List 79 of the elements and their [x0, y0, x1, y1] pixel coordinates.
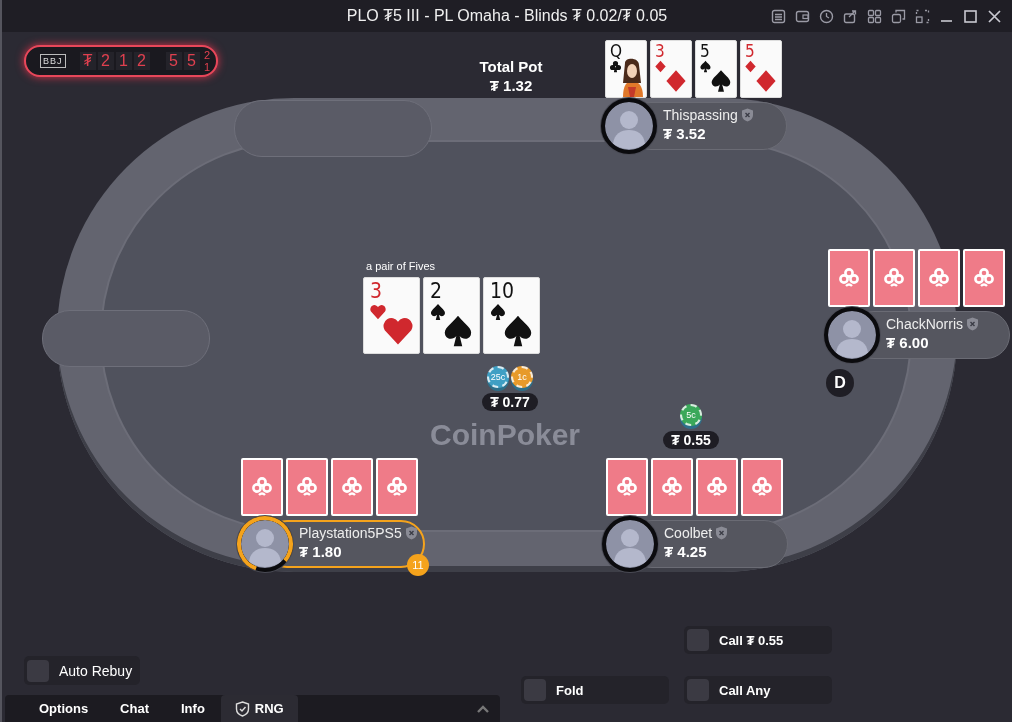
card-back-logo-icon [973, 267, 995, 289]
counter-digit: ₮ [79, 52, 96, 70]
bet-amount: ₮ 0.77 [482, 393, 538, 411]
checkbox[interactable] [687, 629, 709, 651]
player-name: Thispassing [663, 107, 738, 123]
shield-icon [715, 526, 729, 540]
player-stack: ₮ 6.00 [886, 334, 930, 351]
counter-digit: 2 [133, 52, 150, 70]
card-back-logo-icon [296, 476, 318, 498]
chip-value: 25c [490, 372, 506, 382]
card-rank: 5 [745, 42, 755, 60]
bet-amount: ₮ 0.55 [663, 431, 719, 449]
shield-icon [966, 317, 979, 331]
player-stack: ₮ 3.52 [663, 125, 707, 142]
card-back-logo-icon [616, 476, 638, 498]
card-back-logo-icon [341, 476, 363, 498]
action-checkbox[interactable]: Fold [521, 676, 669, 704]
shield-icon [740, 108, 754, 122]
tab[interactable]: Options [23, 695, 105, 722]
card-back-logo-icon [751, 476, 773, 498]
timer-badge: 11 [407, 554, 429, 576]
tab[interactable]: RNG [220, 695, 298, 722]
card-back-logo-icon [386, 476, 408, 498]
counter-digit: 2 [97, 52, 114, 70]
export-icon[interactable] [843, 9, 858, 24]
counter-digit: 1 [115, 52, 132, 70]
checkbox[interactable] [27, 659, 49, 682]
list-icon[interactable] [771, 9, 786, 24]
card-back-logo-icon [928, 267, 950, 289]
close-icon[interactable] [987, 9, 1002, 24]
action-checkbox[interactable]: Call Any [684, 676, 832, 704]
card-rank: 2 [430, 279, 443, 303]
jackpot-label: BBJ [40, 54, 66, 68]
club-icon [609, 60, 622, 73]
shield-icon [404, 526, 418, 540]
player-name: Playstation5PS5 [299, 525, 402, 541]
counter-digit: 5 [183, 52, 200, 70]
card-rank: 10 [490, 279, 515, 303]
card-rank: Q [610, 42, 623, 60]
shield-check-icon [234, 700, 250, 717]
maximize-icon[interactable] [963, 9, 978, 24]
avatar [599, 96, 659, 156]
card-back-logo-icon [706, 476, 728, 498]
counter-digit: 5 [165, 52, 182, 70]
crop-icon[interactable] [915, 9, 930, 24]
card-back-logo-icon [838, 267, 860, 289]
chip-value: 1c [517, 372, 527, 382]
counter-digit: 2 [203, 49, 210, 61]
player-name: Coolbet [664, 525, 713, 541]
checkbox[interactable] [524, 679, 546, 701]
card-back-logo-icon [251, 476, 273, 498]
avatar [600, 514, 660, 574]
card-back-logo-icon [883, 267, 905, 289]
card-rank: 3 [655, 42, 665, 60]
pot-amount: ₮ 1.32 [489, 77, 533, 94]
card-rank: 5 [700, 42, 710, 60]
player-stack: ₮ 1.80 [299, 543, 343, 560]
auto-rebuy-checkbox[interactable]: Auto Rebuy [24, 656, 141, 685]
player-name: ChackNorris [886, 316, 963, 332]
clock-icon[interactable] [819, 9, 834, 24]
tab[interactable]: Chat [104, 695, 165, 722]
hand-description: a pair of Fives [366, 260, 437, 272]
chevron-up-icon[interactable] [476, 703, 490, 714]
tab[interactable]: Info [165, 695, 221, 722]
avatar [822, 305, 882, 365]
pot-label: Total Pot [479, 58, 543, 75]
card-back-logo-icon [661, 476, 683, 498]
windows-icon[interactable] [891, 9, 906, 24]
player-stack: ₮ 4.25 [664, 543, 708, 560]
action-checkbox[interactable]: Call ₮ 0.55 [684, 626, 832, 654]
chip-value: 5c [686, 410, 696, 420]
counter-digit: 1 [203, 61, 210, 73]
card-rank: 3 [370, 279, 383, 303]
grid-icon[interactable] [867, 9, 882, 24]
wallet-icon[interactable] [795, 9, 810, 24]
table-logo: CoinPoker [430, 418, 581, 452]
checkbox[interactable] [687, 679, 709, 701]
window-title: PLO ₮5 III - PL Omaha - Blinds ₮ 0.02/₮ 0.05 [346, 7, 668, 25]
avatar [235, 514, 295, 574]
